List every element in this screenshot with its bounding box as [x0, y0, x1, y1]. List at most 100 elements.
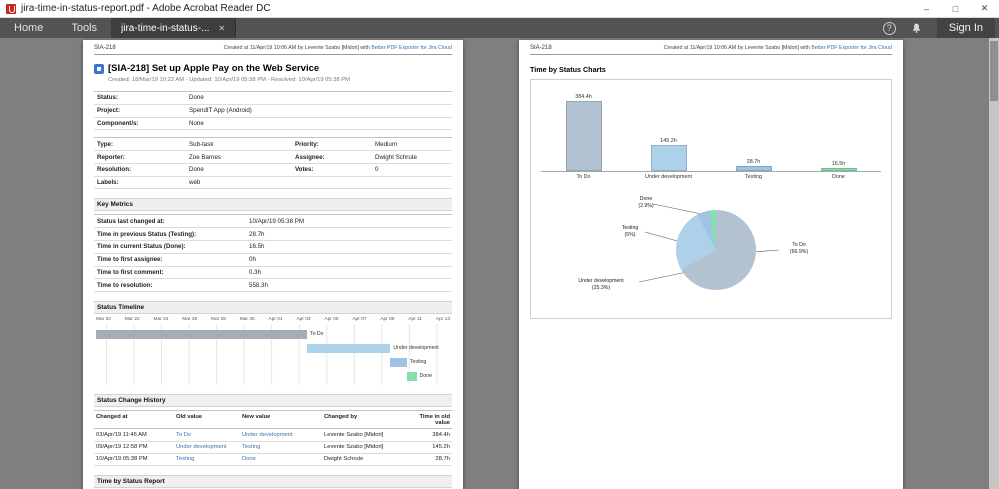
cell-old-value[interactable]: Under development: [174, 441, 240, 454]
pdf-page-2: SIA-218 Created at 11/Apr/19 10:06 AM by…: [519, 40, 903, 489]
exporter-link[interactable]: Better PDF Exporter for Jira Cloud: [811, 45, 892, 51]
created-at-line: Created at 11/Apr/19 10:06 AM by Levente…: [224, 45, 452, 51]
column-header: Old value: [174, 410, 240, 430]
timeline-bar-to-do: [95, 329, 307, 339]
axis-tick: Mar 30: [239, 317, 255, 323]
axis-tick: Apr 13: [435, 317, 450, 323]
cell-changed-at: 10/Apr/19 05:38 PM: [94, 453, 174, 466]
axis-tick: Apr 11: [408, 317, 423, 323]
pdf-page-1: SIA-218 Created at 11/Apr/19 10:06 AM by…: [83, 40, 463, 489]
section-key-metrics: Key Metrics: [94, 198, 452, 212]
field-label: Status:: [94, 91, 186, 105]
column-header: Changed at: [94, 410, 174, 430]
tab-tools[interactable]: Tools: [57, 18, 111, 38]
x-label: Under development: [644, 174, 693, 180]
axis-tick: Apr 01: [268, 317, 283, 323]
field-value: Done: [186, 91, 452, 105]
axis-tick: Mar 24: [153, 317, 169, 323]
metric-value: 28.7h: [246, 227, 452, 242]
pie-label-to-do: To Do (66.9%): [777, 242, 821, 256]
column-header: New value: [240, 410, 322, 430]
field-label: Labels:: [94, 176, 186, 190]
created-at-line: Created at 11/Apr/19 10:06 AM by Levente…: [664, 45, 892, 51]
issue-dates: Created: 18/Mar/19 10:22 AM - Updated: 1…: [108, 77, 350, 83]
section-time-by-status-report: Time by Status Report: [94, 474, 452, 488]
table-row: Time to first assignee: 0h: [94, 253, 452, 267]
created-text: Created at 11/Apr/19 10:06 AM by Levente…: [223, 45, 370, 51]
window-controls: – □ ✕: [912, 0, 999, 17]
bar-under-development: [650, 144, 687, 171]
metric-label: Time to resolution:: [94, 278, 246, 293]
tab-home[interactable]: Home: [0, 18, 57, 38]
issue-type-icon: [94, 63, 104, 74]
tab-bar-right: ? Sign In: [882, 18, 999, 38]
table-row: Time to resolution: 558.3h: [94, 278, 452, 293]
timeline-bar-label: Testing: [409, 359, 427, 366]
cell-old-value[interactable]: Testing: [174, 453, 240, 466]
scrollbar-thumb[interactable]: [990, 41, 998, 101]
column-header: Time in old value: [414, 410, 452, 430]
metric-value: 10/Apr/19 05:38 PM: [246, 214, 452, 229]
pie-label-name: Under development: [578, 278, 624, 284]
table-row: Labels: web: [94, 176, 452, 190]
metric-value: 558.3h: [246, 278, 452, 293]
field-label: Votes:: [292, 163, 372, 177]
cell-new-value[interactable]: Done: [240, 453, 322, 466]
table-row: 03/Apr/19 11:46 AM To Do Under developme…: [94, 428, 452, 442]
field-value: Dwight Schrute: [372, 150, 452, 164]
field-label: Resolution:: [94, 163, 186, 177]
minimize-button[interactable]: –: [912, 0, 941, 17]
document-tab-label: jira-time-in-status-...: [121, 22, 210, 34]
pie-label-done: Done (2.9%): [625, 196, 667, 210]
bar-group-done: 16.5h: [796, 161, 881, 171]
bar-chart-plot-area: 384.4h 145.2h 28.7h 16.5h: [541, 88, 881, 172]
time-by-status-bar-chart: 384.4h 145.2h 28.7h 16.5h To Do Under de…: [541, 88, 881, 180]
bar-group-testing: 28.7h: [711, 159, 796, 171]
acrobat-window: jira-time-in-status-report.pdf - Adobe A…: [0, 0, 999, 489]
exporter-link[interactable]: Better PDF Exporter for Jira Cloud: [371, 45, 452, 51]
cell-new-value[interactable]: Under development: [240, 428, 322, 442]
bar-testing: [735, 165, 772, 171]
x-label: Done: [832, 174, 845, 180]
tab-close-icon[interactable]: ✕: [218, 24, 225, 33]
pie-chart: [676, 210, 756, 290]
close-button[interactable]: ✕: [970, 0, 999, 17]
created-text: Created at 11/Apr/19 10:06 AM by Levente…: [663, 45, 810, 51]
tab-bar: Home Tools jira-time-in-status-... ✕ ? S…: [0, 18, 999, 38]
window-title: jira-time-in-status-report.pdf - Adobe A…: [21, 3, 271, 14]
key-metrics-table: Status last changed at: 10/Apr/19 05:38 …: [94, 214, 452, 293]
title-bar: jira-time-in-status-report.pdf - Adobe A…: [0, 0, 999, 18]
cell-old-value[interactable]: To Do: [174, 428, 240, 442]
cell-new-value[interactable]: Testing: [240, 441, 322, 454]
axis-tick: Apr 09: [380, 317, 395, 323]
metric-label: Status last changed at:: [94, 214, 246, 229]
help-icon[interactable]: ?: [882, 21, 896, 35]
field-label: [292, 176, 372, 190]
timeline-row: To Do: [94, 327, 452, 341]
metric-value: 16.5h: [246, 240, 452, 254]
metric-label: Time to first assignee:: [94, 253, 246, 267]
pie-label-pct: (2.9%): [638, 202, 654, 209]
timeline-bar-under-development: [307, 343, 391, 353]
pie-label-pct: (66.9%): [789, 248, 809, 255]
bar-value-label: 28.7h: [746, 158, 761, 165]
cell-time-in-old-value: 384.4h: [414, 428, 452, 442]
timeline-body: To Do Under development Testing Done: [94, 324, 452, 386]
pie-label-name: Done: [639, 196, 653, 202]
field-label: Project:: [94, 104, 186, 118]
bar-group-under-development: 145.2h: [626, 138, 711, 171]
cell-changed-by: Levente Szabo [Midori]: [322, 428, 414, 442]
cell-changed-at: 03/Apr/19 11:46 AM: [94, 428, 174, 442]
bell-icon[interactable]: [910, 22, 923, 35]
vertical-scrollbar[interactable]: [989, 38, 999, 489]
document-tab[interactable]: jira-time-in-status-... ✕: [111, 18, 237, 38]
field-value: Sub-task: [186, 137, 292, 152]
pie-label-under-development: Under development (25.3%): [561, 278, 641, 292]
field-label: Type:: [94, 137, 186, 152]
field-label: Assignee:: [292, 150, 372, 164]
maximize-button[interactable]: □: [941, 0, 970, 17]
field-value: Medium: [372, 137, 452, 152]
sign-in-button[interactable]: Sign In: [936, 18, 995, 38]
table-row: Time in previous Status (Testing): 28.7h: [94, 227, 452, 242]
bar-chart-x-labels: To Do Under development Testing Done: [541, 174, 881, 180]
